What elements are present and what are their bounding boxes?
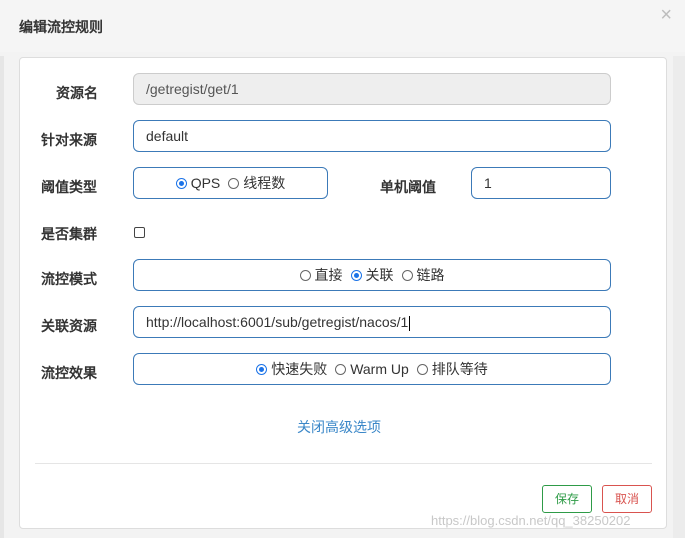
cluster-checkbox[interactable] — [134, 227, 145, 238]
radio-relate-label: 关联 — [365, 267, 394, 283]
radio-warm-up-label: Warm Up — [350, 361, 409, 377]
radio-queue-label: 排队等待 — [431, 361, 488, 377]
single-threshold-input[interactable]: 1 — [471, 167, 611, 199]
radio-warm-up[interactable]: Warm Up — [335, 361, 409, 377]
control-effect-group: 快速失败 Warm Up 排队等待 — [133, 353, 611, 385]
control-effect-label: 流控效果 — [41, 365, 97, 381]
radio-qps[interactable]: QPS — [175, 175, 221, 191]
dialog-title: 编辑流控规则 — [19, 19, 103, 35]
radio-chain-label: 链路 — [416, 267, 445, 283]
radio-chain[interactable]: 链路 — [401, 265, 445, 285]
related-resource-input[interactable]: http://localhost:6001/sub/getregist/naco… — [133, 306, 611, 338]
radio-selected-icon — [256, 363, 268, 375]
radio-queue[interactable]: 排队等待 — [416, 359, 488, 379]
limit-app-input[interactable]: default — [133, 120, 611, 152]
radio-selected-icon — [175, 177, 187, 189]
radio-unselected-icon — [299, 269, 311, 281]
resource-name-field: /getregist/get/1 — [133, 73, 611, 105]
threshold-type-group: QPS 线程数 — [133, 167, 328, 199]
radio-selected-icon — [350, 269, 362, 281]
radio-qps-label: QPS — [190, 175, 221, 191]
footer-divider — [35, 463, 652, 464]
watermark: https://blog.csdn.net/qq_38250202 — [431, 513, 631, 528]
threshold-type-label: 阈值类型 — [41, 179, 97, 195]
single-threshold-label: 单机阈值 — [380, 179, 436, 195]
radio-unselected-icon — [335, 363, 347, 375]
save-button[interactable]: 保存 — [542, 485, 592, 513]
background-strip-right — [673, 56, 685, 538]
control-mode-group: 直接 关联 链路 — [133, 259, 611, 291]
radio-direct-label: 直接 — [314, 267, 343, 283]
radio-relate[interactable]: 关联 — [350, 265, 394, 285]
limit-app-label: 针对来源 — [41, 132, 97, 148]
radio-thread-count-label: 线程数 — [243, 175, 286, 191]
background-strip-left — [0, 56, 4, 538]
radio-thread-count[interactable]: 线程数 — [228, 173, 285, 193]
cluster-label: 是否集群 — [41, 226, 97, 242]
close-icon[interactable]: × — [660, 5, 672, 25]
related-resource-value: http://localhost:6001/sub/getregist/naco… — [146, 314, 409, 330]
radio-fast-fail[interactable]: 快速失败 — [256, 359, 327, 379]
control-mode-label: 流控模式 — [41, 271, 97, 287]
related-resource-label: 关联资源 — [41, 318, 97, 334]
cancel-button[interactable]: 取消 — [602, 485, 652, 513]
text-cursor — [409, 315, 411, 331]
radio-fast-fail-label: 快速失败 — [271, 361, 328, 377]
toggle-advanced-options-link[interactable]: 关闭高级选项 — [297, 417, 381, 437]
dialog-header: 编辑流控规则 × — [0, 0, 685, 52]
radio-unselected-icon — [416, 363, 428, 375]
radio-unselected-icon — [401, 269, 413, 281]
resource-name-label: 资源名 — [56, 85, 98, 101]
radio-unselected-icon — [228, 177, 240, 189]
radio-direct[interactable]: 直接 — [299, 265, 343, 285]
